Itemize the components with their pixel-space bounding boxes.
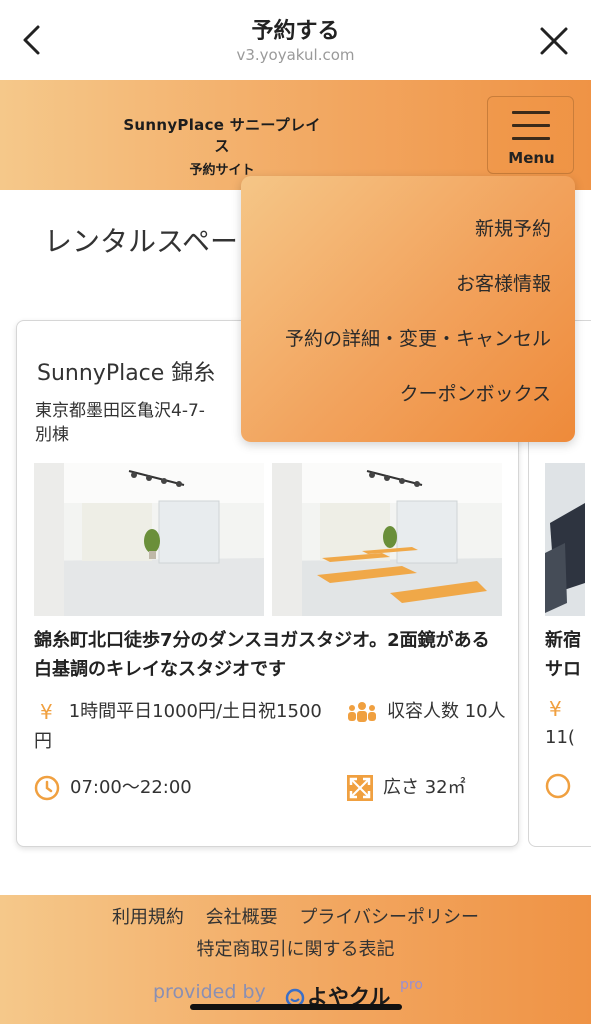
footer-link-company[interactable]: 会社概要	[206, 907, 278, 928]
yen-icon: ¥	[40, 700, 53, 724]
space-title: SunnyPlace 錦糸	[37, 361, 216, 386]
section-heading: レンタルスペー	[44, 225, 239, 258]
footer-link-commerce[interactable]: 特定商取引に関する表記	[0, 935, 591, 961]
price-info: ¥1時間平日1000円/土日祝1500円	[34, 697, 334, 757]
yen-icon: ¥	[549, 697, 562, 721]
home-indicator	[190, 1004, 402, 1010]
logo-pro-label: pro	[400, 977, 423, 993]
page-url: v3.yoyakul.com	[236, 46, 355, 64]
menu-item-new-reservation[interactable]: 新規予約	[475, 214, 551, 241]
capacity-info: 収容人数 10人	[347, 697, 507, 727]
hamburger-icon	[512, 111, 550, 150]
area-info: 広さ 32㎡	[347, 773, 507, 803]
menu-item-customer-info[interactable]: お客様情報	[456, 269, 551, 296]
hours-info: 07:00〜22:00	[34, 773, 334, 803]
footer-link-terms[interactable]: 利用規約	[112, 907, 184, 928]
studio-photo[interactable]	[272, 463, 502, 616]
people-icon	[348, 702, 376, 722]
menu-item-coupon-box[interactable]: クーポンボックス	[400, 379, 551, 406]
hours-text: 07:00〜22:00	[70, 777, 192, 798]
studio-photo[interactable]	[34, 463, 264, 616]
expand-icon	[347, 775, 373, 801]
menu-item-reservation-details[interactable]: 予約の詳細・変更・キャンセル	[285, 324, 551, 351]
area-text: 広さ 32㎡	[383, 777, 466, 798]
brand-logo[interactable]: SunnyPlace サニープレイス 予約サイト	[116, 114, 328, 178]
menu-button[interactable]: Menu	[487, 96, 574, 174]
space-description: 新宿 サロ	[545, 630, 581, 680]
page-title: 予約する	[251, 19, 340, 44]
browser-top-bar: 予約する v3.yoyakul.com	[0, 0, 591, 80]
close-icon[interactable]	[539, 26, 569, 56]
dropdown-menu: 新規予約 お客様情報 予約の詳細・変更・キャンセル クーポンボックス	[241, 176, 575, 442]
provided-by-label: provided by	[153, 981, 266, 1003]
studio-photo[interactable]	[545, 463, 585, 616]
space-description: 錦糸町北口徒歩7分のダンスヨガスタジオ。2面鏡がある白基調のキレイなスタジオです	[34, 630, 490, 680]
menu-label: Menu	[508, 149, 555, 167]
footer-link-privacy[interactable]: プライバシーポリシー	[299, 907, 479, 928]
brand-name: SunnyPlace サニープレイス	[123, 116, 321, 155]
footer-links: 利用規約 会社概要 プライバシーポリシー	[0, 903, 591, 929]
site-header: SunnyPlace サニープレイス 予約サイト Menu	[0, 80, 591, 190]
price-text: 11(	[545, 727, 575, 748]
capacity-text: 収容人数 10人	[387, 701, 506, 722]
price-text: 1時間平日1000円/土日祝1500円	[34, 701, 322, 752]
clock-icon	[34, 775, 60, 801]
clock-icon	[545, 773, 571, 799]
